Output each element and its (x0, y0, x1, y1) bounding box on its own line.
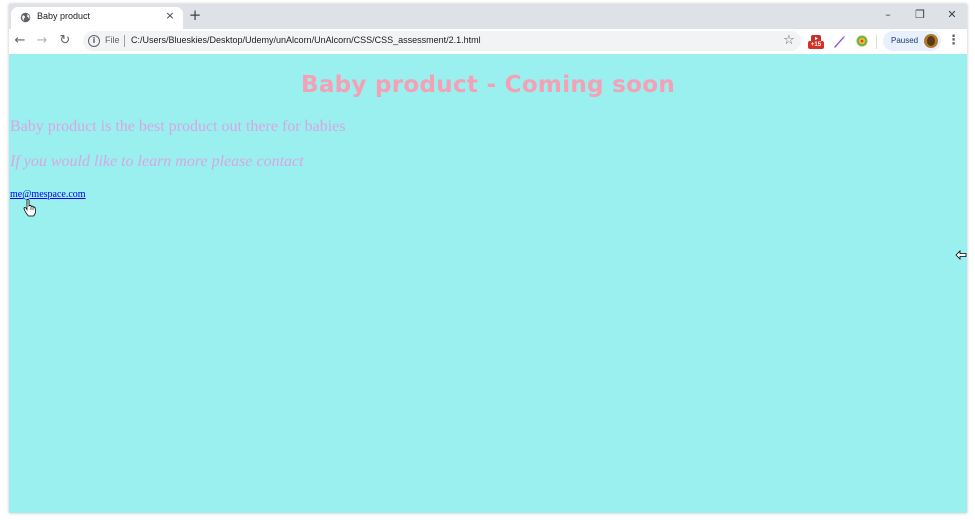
back-button[interactable]: ← (12, 33, 28, 49)
product-description: Baby product is the best product out the… (10, 118, 346, 135)
extension-badge: +15 (808, 41, 824, 49)
restore-button[interactable]: ❐ (910, 6, 930, 24)
circle-extension-icon (856, 35, 868, 47)
bookmark-star-icon[interactable]: ☆ (781, 33, 797, 49)
address-bar[interactable]: i File C:/Users/Blueskies/Desktop/Udemy/… (83, 31, 801, 51)
omnibox-divider (124, 35, 125, 47)
browser-window: Baby product × + – ❐ ✕ ← → ↻ i File C:/U… (9, 4, 967, 513)
resize-cursor-icon (955, 250, 967, 260)
avatar-face (927, 36, 935, 46)
youtube-extension-icon[interactable]: +15 (808, 34, 824, 50)
contact-prompt: If you would like to learn more please c… (10, 153, 304, 170)
green-extension-icon[interactable] (854, 34, 870, 50)
close-window-button[interactable]: ✕ (942, 6, 962, 24)
tab-title: Baby product (37, 11, 91, 21)
hand-pointer-cursor-icon (23, 199, 36, 217)
tab-strip: Baby product × + – ❐ ✕ (9, 4, 967, 29)
forward-button[interactable]: → (34, 33, 50, 49)
info-icon[interactable]: i (88, 35, 100, 47)
minimize-button[interactable]: – (878, 6, 898, 24)
url-text[interactable]: C:/Users/Blueskies/Desktop/Udemy/unAlcor… (131, 35, 481, 45)
page-viewport: Baby product - Coming soon Baby product … (9, 54, 967, 513)
avatar (924, 34, 938, 48)
browser-menu-icon[interactable]: ⋮ (947, 33, 960, 49)
new-tab-button[interactable]: + (187, 7, 203, 23)
page-heading: Baby product - Coming soon (301, 72, 675, 98)
reload-button[interactable]: ↻ (57, 33, 73, 49)
pen-extension-icon[interactable] (831, 34, 847, 50)
tab-baby-product[interactable]: Baby product × (11, 7, 183, 29)
scheme-label: File (105, 35, 120, 45)
globe-icon (20, 12, 31, 23)
contact-email-link[interactable]: me@mespace.com (10, 189, 86, 200)
tab-close-icon[interactable]: × (164, 10, 176, 22)
toolbar-divider (876, 35, 877, 49)
browser-toolbar: ← → ↻ i File C:/Users/Blueskies/Desktop/… (9, 29, 967, 54)
profile-status-label: Paused (891, 36, 919, 45)
profile-paused-button[interactable]: Paused (883, 31, 941, 51)
feather-pen-icon (834, 35, 845, 48)
